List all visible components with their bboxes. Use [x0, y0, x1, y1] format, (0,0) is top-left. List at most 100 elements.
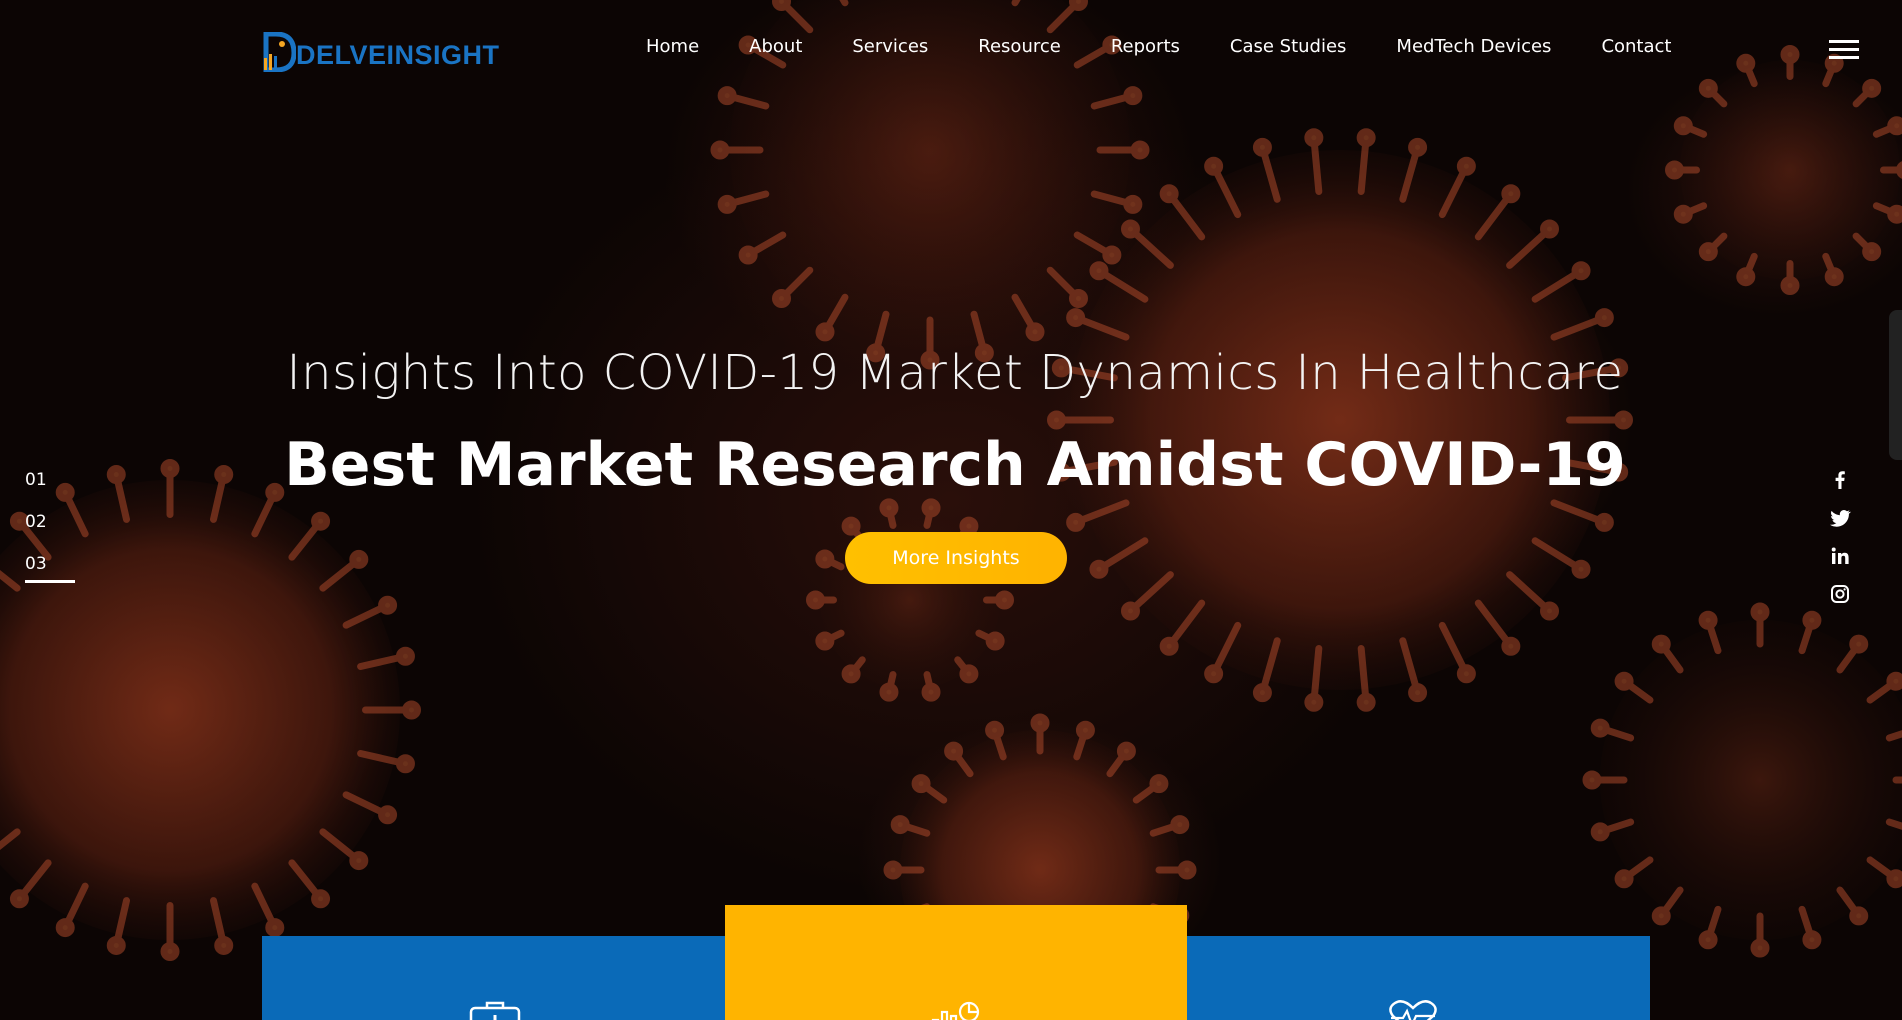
- virus-spike-tip: [395, 646, 415, 666]
- virus-spike-tip: [1159, 636, 1179, 656]
- virus-spike-tip: [1408, 683, 1428, 703]
- virus-spike-tip: [1849, 634, 1869, 654]
- virus-spike-tip: [1170, 815, 1190, 835]
- virus-spike-tip: [1614, 671, 1634, 691]
- virus-left: [0, 480, 400, 940]
- feature-card-2[interactable]: [725, 905, 1187, 1020]
- virus-spike-tip: [1120, 219, 1140, 239]
- nav-case-studies[interactable]: Case Studies: [1230, 36, 1347, 57]
- virus-spike-tip: [959, 664, 979, 684]
- virus-spike-tip: [1304, 128, 1324, 148]
- virus-spike-tip: [879, 682, 899, 702]
- virus-spike-tip: [378, 595, 398, 615]
- virus-spike-tip: [1651, 634, 1671, 654]
- feature-card-1[interactable]: [262, 936, 725, 1020]
- virus-spike-tip: [772, 288, 792, 308]
- virus-spike-tip: [1025, 322, 1045, 342]
- virus-spike-tip: [890, 815, 910, 835]
- virus-spike-tip: [1665, 160, 1684, 180]
- virus-spike-tip: [1501, 636, 1521, 656]
- virus-spike-tip: [806, 590, 825, 610]
- nav-about[interactable]: About: [749, 36, 802, 57]
- facebook-icon[interactable]: [1828, 468, 1852, 492]
- site-header: DELVEINSIGHT Home About Services Resourc…: [0, 0, 1902, 100]
- virus-spike-tip: [1089, 261, 1109, 281]
- virus-spike-tip: [1456, 664, 1476, 684]
- virus-spike-tip: [1047, 410, 1066, 430]
- hamburger-icon[interactable]: [1829, 40, 1859, 60]
- social-links: [1828, 468, 1852, 620]
- main-nav: Home About Services Resource Reports Cas…: [646, 36, 1671, 57]
- virus-spike-tip: [921, 682, 941, 702]
- virus-spike-tip: [1849, 906, 1869, 926]
- virus-spike-tip: [959, 516, 979, 536]
- virus-spike-tip: [1356, 692, 1376, 712]
- virus-spike-tip: [1149, 774, 1169, 794]
- virus-spike-tip: [1750, 602, 1770, 622]
- virus-spike-tip: [395, 754, 415, 774]
- virus-spike-tip: [1408, 137, 1428, 157]
- virus-spike-tip: [879, 498, 899, 518]
- virus-spike-tip: [1120, 601, 1140, 621]
- virus-spike-tip: [311, 511, 331, 531]
- virus-spike-tip: [1780, 276, 1800, 295]
- virus-spike-tip: [841, 664, 861, 684]
- hero-subtitle: Insights Into COVID-19 Market Dynamics I…: [286, 345, 1624, 401]
- virus-spike-tip: [1698, 610, 1718, 630]
- more-insights-button[interactable]: More Insights: [845, 532, 1067, 584]
- logo-mark-icon: [263, 32, 296, 72]
- feature-card-3[interactable]: [1187, 936, 1650, 1020]
- virus-spike-tip: [985, 631, 1005, 651]
- twitter-icon[interactable]: [1828, 506, 1852, 530]
- virus-spike-tip: [1571, 261, 1591, 281]
- virus-spike-tip: [1540, 601, 1560, 621]
- slide-indicator-2[interactable]: 02: [25, 512, 47, 532]
- virus-spike-tip: [738, 245, 758, 265]
- virus-spike-tip: [1886, 869, 1902, 889]
- virus-spike-tip: [1066, 308, 1086, 328]
- virus-spike-tip: [1204, 664, 1224, 684]
- nav-home[interactable]: Home: [646, 36, 699, 57]
- logo[interactable]: DELVEINSIGHT: [262, 28, 500, 72]
- heartbeat-monitor-icon: [1389, 1000, 1437, 1020]
- virus-spike-tip: [841, 516, 861, 536]
- virus-spike-tip: [1750, 938, 1770, 958]
- virus-spike-tip: [1698, 242, 1718, 262]
- nav-contact[interactable]: Contact: [1601, 36, 1671, 57]
- virus-spike-tip: [1304, 692, 1324, 712]
- virus-spike-tip: [1089, 559, 1109, 579]
- virus-spike-tip: [1802, 930, 1822, 950]
- virus-spike-tip: [1540, 219, 1560, 239]
- virus-spike-tip: [9, 889, 29, 909]
- virus-spike-tip: [1501, 184, 1521, 204]
- virus-spike-tip: [1252, 137, 1272, 157]
- side-toolbar[interactable]: [1889, 310, 1902, 460]
- virus-spike-tip: [710, 140, 730, 160]
- virus-spike-tip: [1802, 610, 1822, 630]
- virus-right-edge: [1600, 60, 1902, 940]
- virus-spike-tip: [1204, 156, 1224, 176]
- instagram-icon[interactable]: [1828, 582, 1852, 606]
- nav-resource[interactable]: Resource: [978, 36, 1061, 57]
- virus-spike-tip: [1594, 308, 1614, 328]
- analytics-icon: [931, 1001, 980, 1020]
- virus-spike-tip: [1123, 194, 1143, 214]
- virus-spike-tip: [1252, 683, 1272, 703]
- virus-spike-tip: [349, 851, 369, 871]
- active-slide-underline: [25, 580, 75, 583]
- nav-medtech-devices[interactable]: MedTech Devices: [1396, 36, 1551, 57]
- virus-spike-tip: [1159, 184, 1179, 204]
- linkedin-icon[interactable]: [1828, 544, 1852, 568]
- virus-spike-tip: [9, 511, 29, 531]
- virus-spike-tip: [1824, 267, 1844, 287]
- virus-spike-tip: [944, 741, 964, 761]
- virus-spike-tip: [717, 194, 737, 214]
- virus-spike-tip: [1068, 288, 1088, 308]
- virus-spike-tip: [921, 498, 941, 518]
- nav-reports[interactable]: Reports: [1111, 36, 1180, 57]
- virus-spike-tip: [815, 322, 835, 342]
- nav-services[interactable]: Services: [852, 36, 928, 57]
- virus-spike-tip: [160, 942, 180, 961]
- virus-spike-tip: [1356, 128, 1376, 148]
- slide-indicator-3[interactable]: 03: [25, 554, 47, 574]
